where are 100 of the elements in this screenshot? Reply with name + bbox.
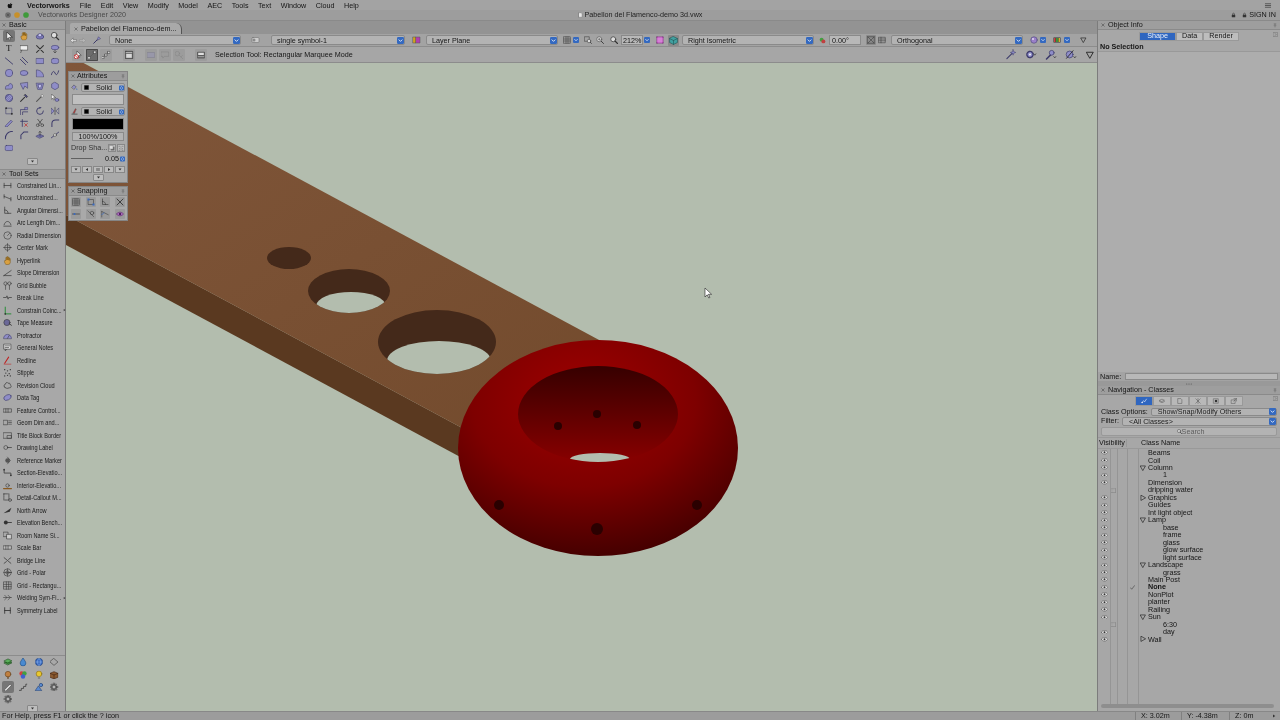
eye-icon[interactable] bbox=[1100, 540, 1108, 545]
hexagon-icon[interactable] bbox=[49, 79, 62, 92]
eye-icon[interactable] bbox=[1100, 629, 1108, 635]
pointer-shape-icon[interactable] bbox=[49, 92, 62, 105]
color-plane-icon[interactable] bbox=[411, 36, 422, 44]
scissors-icon[interactable] bbox=[33, 116, 46, 129]
eye-icon[interactable] bbox=[1100, 472, 1108, 478]
mirror-icon[interactable] bbox=[49, 104, 62, 117]
line-icon[interactable] bbox=[2, 54, 15, 67]
close-icon[interactable] bbox=[2, 23, 6, 27]
eye-icon[interactable] bbox=[1100, 465, 1108, 470]
dropdown-arrow-icon[interactable] bbox=[573, 37, 579, 43]
pencil-icon[interactable] bbox=[1, 680, 14, 693]
eye-icon[interactable] bbox=[1100, 480, 1108, 485]
eye-icon[interactable] bbox=[1100, 510, 1108, 515]
eyedropper-icon[interactable] bbox=[18, 92, 31, 105]
circle-icon[interactable] bbox=[2, 67, 15, 80]
down-triangle-icon[interactable] bbox=[1140, 614, 1146, 621]
dropdown-arrow-icon[interactable] bbox=[1064, 37, 1070, 43]
cross-cut-icon[interactable] bbox=[18, 116, 31, 129]
right-triangle-filled-icon[interactable] bbox=[1272, 714, 1276, 718]
magnifier-icon[interactable] bbox=[49, 30, 62, 43]
panel-toggle-icon[interactable] bbox=[1273, 396, 1278, 401]
eye-icon[interactable] bbox=[1100, 637, 1108, 642]
crossed-square-icon[interactable] bbox=[866, 35, 876, 45]
rotate-icon[interactable] bbox=[33, 104, 46, 117]
text-tool[interactable]: T bbox=[2, 42, 15, 55]
double-line-icon[interactable] bbox=[18, 54, 31, 67]
object-corners-icon[interactable] bbox=[85, 197, 96, 207]
drawing-canvas[interactable] bbox=[66, 63, 1097, 711]
reshape-icon[interactable] bbox=[2, 104, 15, 117]
globe-icon[interactable] bbox=[32, 656, 45, 669]
marquee-corners-icon[interactable] bbox=[86, 48, 98, 61]
eye-icon[interactable] bbox=[1100, 457, 1108, 463]
right-triangle-icon[interactable] bbox=[1140, 636, 1146, 643]
eye-icon[interactable] bbox=[1100, 562, 1108, 567]
box-icon[interactable] bbox=[48, 668, 61, 681]
wand-icon[interactable] bbox=[33, 92, 46, 105]
pointer-icon[interactable] bbox=[2, 30, 15, 43]
window-icon[interactable] bbox=[123, 48, 135, 61]
dropdown-arrow-icon[interactable] bbox=[644, 37, 650, 43]
magnifier-box-icon[interactable] bbox=[584, 36, 592, 44]
down-triangle-icon[interactable] bbox=[1140, 464, 1146, 471]
eye-icon[interactable] bbox=[1100, 570, 1108, 575]
curve-icon[interactable] bbox=[2, 129, 15, 142]
eye-snap-icon[interactable] bbox=[114, 209, 125, 219]
fillet-icon[interactable] bbox=[49, 116, 62, 129]
gear-caret-icon[interactable] bbox=[1025, 49, 1037, 60]
right-triangle-filled-icon[interactable] bbox=[104, 165, 114, 173]
magnifier-icon[interactable] bbox=[610, 36, 618, 44]
dots-icon[interactable] bbox=[117, 143, 126, 152]
caret-down-icon[interactable] bbox=[115, 165, 125, 173]
chamfer-icon[interactable] bbox=[18, 129, 31, 142]
shapes-icon[interactable] bbox=[32, 680, 45, 693]
cross-icon[interactable] bbox=[33, 42, 46, 55]
eye-icon[interactable] bbox=[1100, 614, 1108, 620]
eye-icon[interactable] bbox=[1100, 607, 1108, 612]
polygon-icon[interactable] bbox=[18, 79, 31, 92]
wrench-caret-icon[interactable] bbox=[1045, 49, 1057, 60]
eye-icon[interactable] bbox=[1100, 525, 1108, 530]
close-icon[interactable] bbox=[2, 172, 6, 176]
eye-icon[interactable] bbox=[1100, 532, 1108, 538]
slash-caret-icon[interactable] bbox=[1065, 49, 1077, 60]
hatched-square-icon[interactable] bbox=[1111, 487, 1116, 493]
eye-icon[interactable] bbox=[1100, 517, 1108, 523]
grid-icon[interactable] bbox=[563, 36, 571, 44]
color-bars-icon[interactable] bbox=[1052, 36, 1062, 44]
eye-icon[interactable] bbox=[1100, 555, 1108, 560]
hatched-square-icon[interactable] bbox=[1111, 622, 1116, 627]
close-icon[interactable] bbox=[1101, 23, 1105, 27]
list-lines-icon[interactable] bbox=[1264, 1, 1272, 9]
saucer-icon[interactable] bbox=[33, 30, 46, 43]
gear-icon[interactable] bbox=[1, 693, 14, 706]
class-tree-icon[interactable] bbox=[1135, 396, 1153, 406]
apple-icon[interactable] bbox=[7, 1, 13, 9]
caret-down-icon[interactable] bbox=[92, 174, 104, 181]
crossed-lines-icon[interactable] bbox=[1189, 396, 1207, 406]
wedge-icon[interactable] bbox=[33, 67, 46, 80]
hatched-circle-icon[interactable] bbox=[2, 92, 15, 105]
angle-arc-icon[interactable] bbox=[100, 209, 111, 219]
export-box-icon[interactable] bbox=[1225, 396, 1243, 406]
grid-icon[interactable] bbox=[71, 197, 82, 207]
eye-icon[interactable] bbox=[1100, 547, 1108, 553]
eye-icon[interactable] bbox=[1100, 577, 1108, 582]
dotted-diagonal-icon[interactable] bbox=[100, 48, 112, 61]
iso-cube-icon[interactable] bbox=[668, 34, 679, 46]
plane-grid-icon[interactable] bbox=[656, 36, 664, 44]
dropdown-arrow-icon[interactable] bbox=[1040, 37, 1046, 43]
color-circles-icon[interactable] bbox=[17, 668, 30, 681]
shadow-square-icon[interactable] bbox=[108, 143, 117, 152]
page-icon[interactable] bbox=[1171, 396, 1189, 406]
overlapping-circles-icon[interactable] bbox=[819, 36, 826, 44]
eye-icon[interactable] bbox=[1100, 599, 1108, 605]
offset-icon[interactable] bbox=[18, 104, 31, 117]
list-lines-icon[interactable] bbox=[93, 165, 103, 173]
magnifier-plus-icon[interactable] bbox=[596, 36, 604, 44]
gear-icon[interactable] bbox=[48, 680, 61, 693]
line-circle-icon[interactable] bbox=[85, 209, 96, 219]
cross-icon[interactable] bbox=[114, 197, 125, 207]
diamond-icon[interactable] bbox=[48, 656, 61, 669]
